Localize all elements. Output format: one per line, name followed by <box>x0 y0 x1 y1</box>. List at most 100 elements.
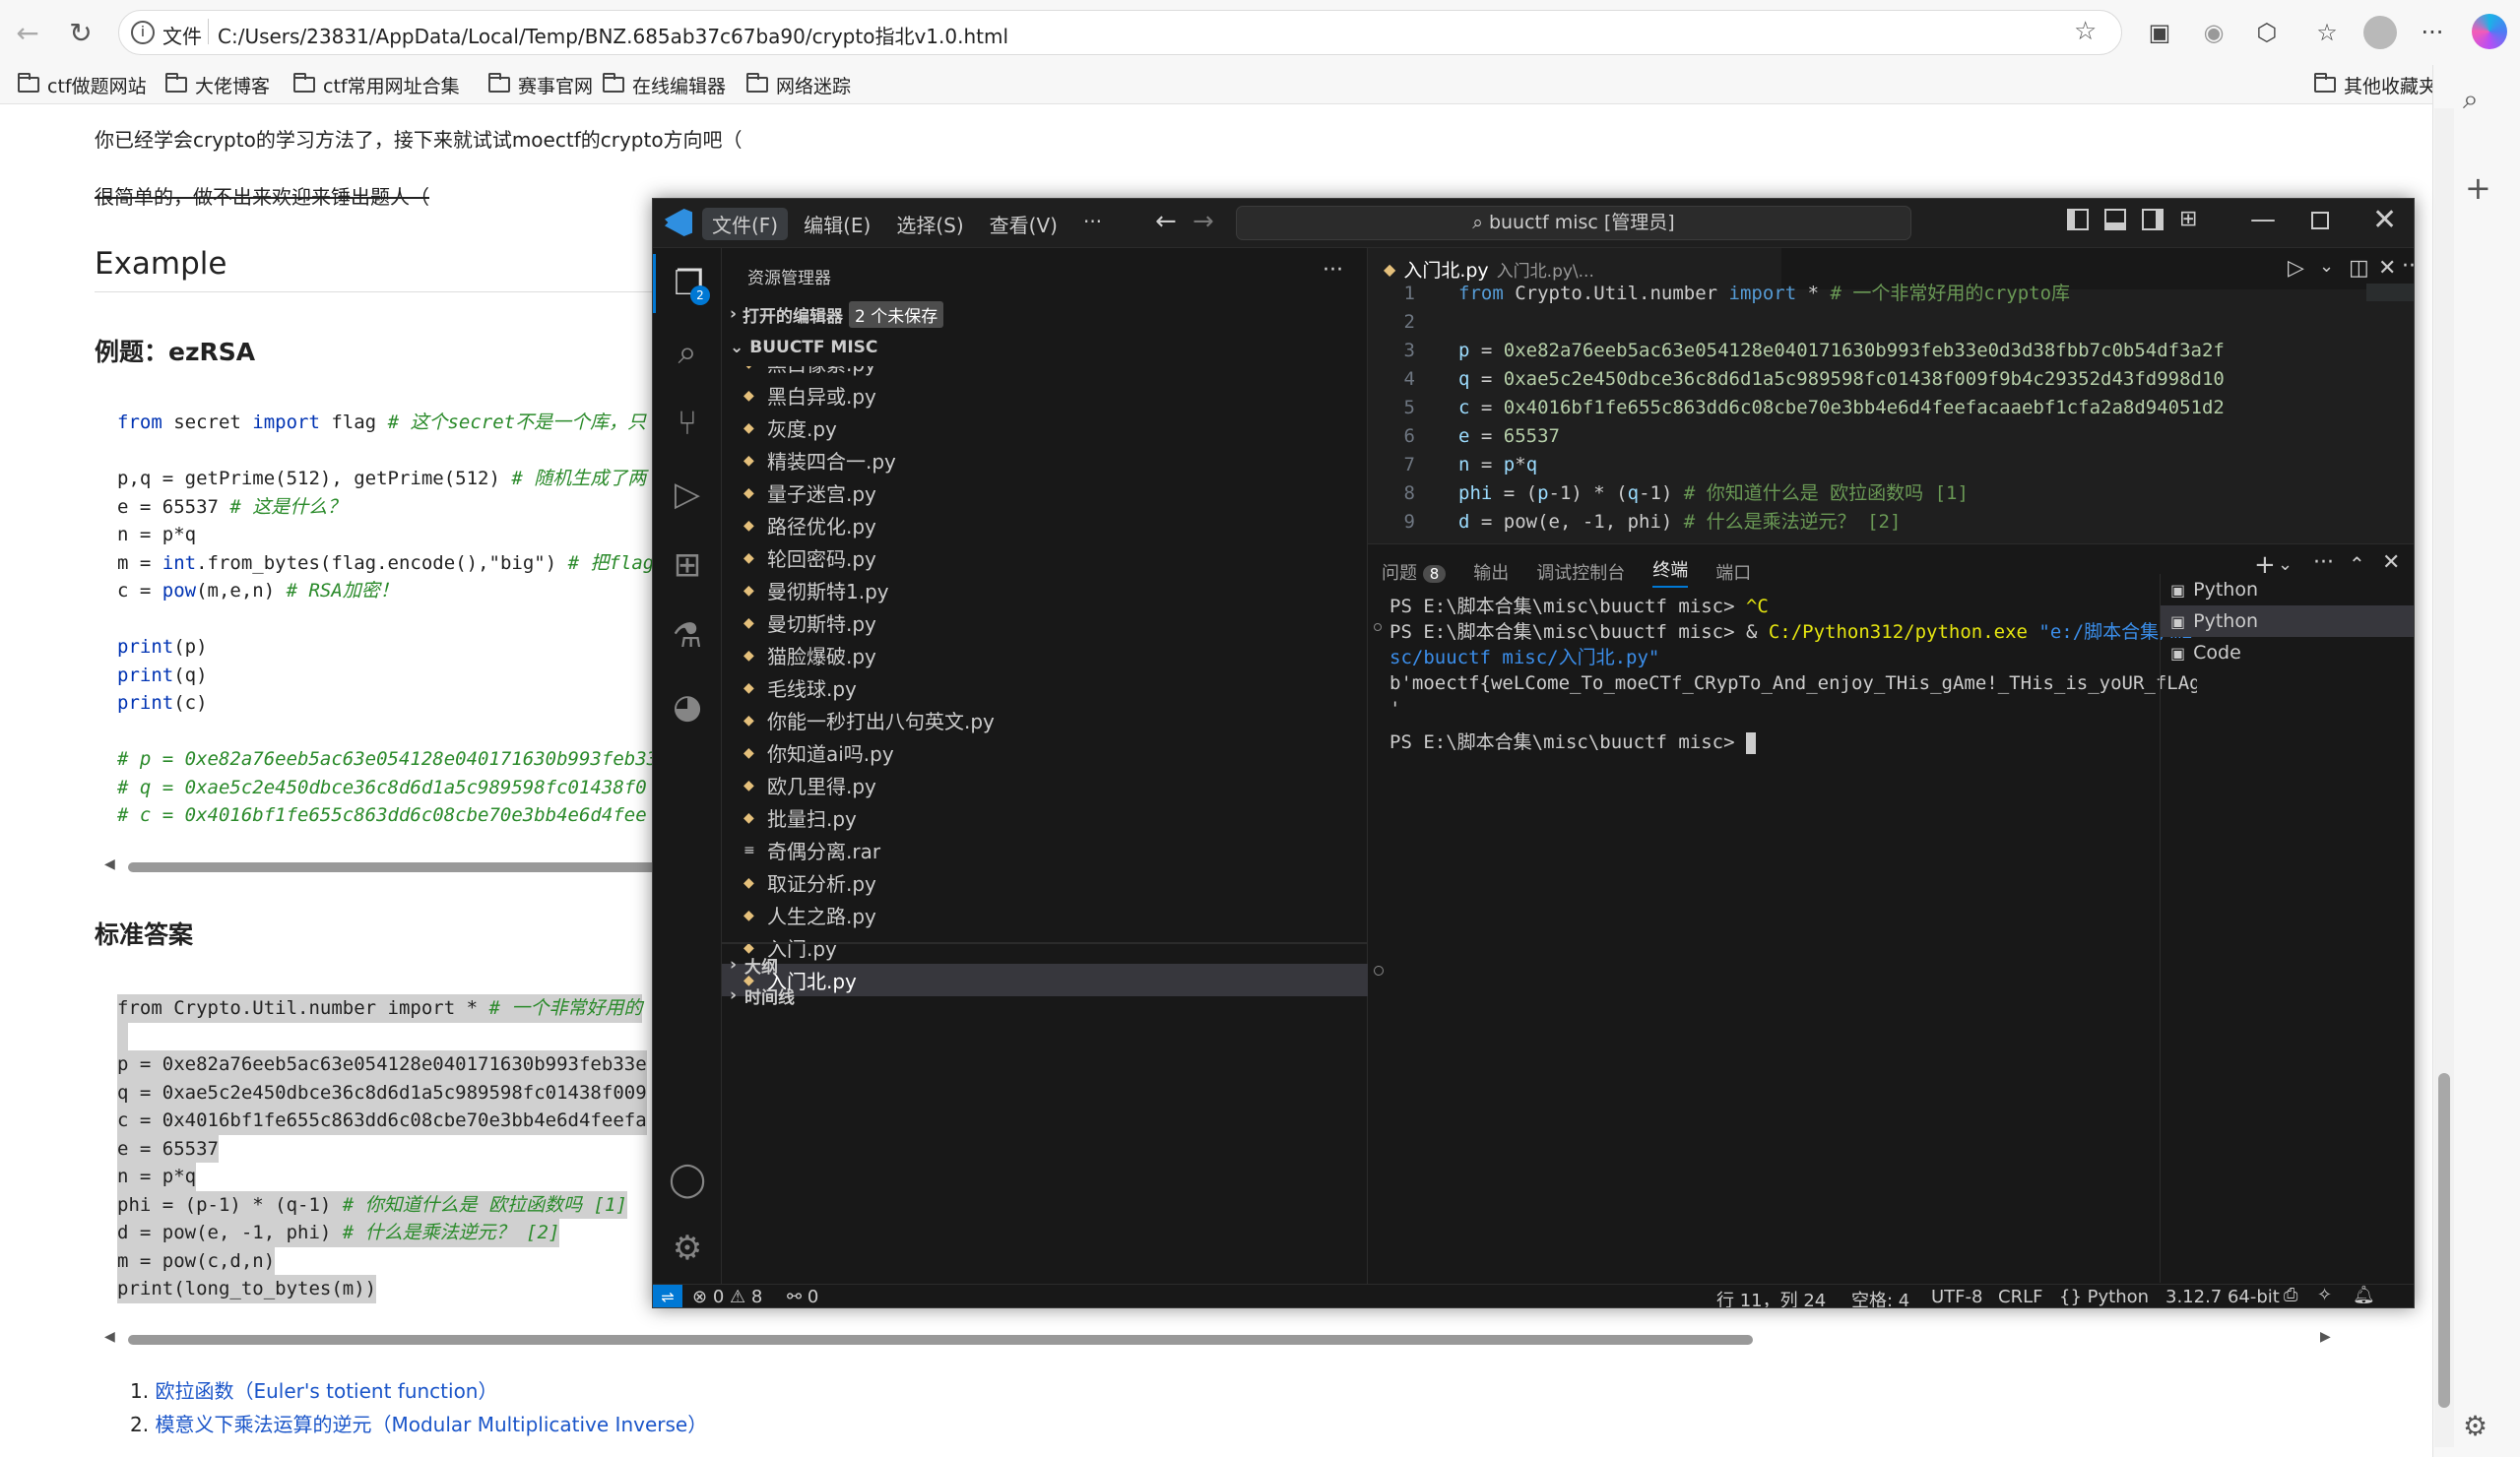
code-scrollbar-2[interactable]: ◀ ▶ <box>98 1329 2344 1349</box>
extensions-icon[interactable]: ⬡ <box>2249 15 2285 50</box>
file-item[interactable]: ◆ 灰度.py <box>722 412 1368 444</box>
back-icon[interactable]: ← <box>8 13 47 52</box>
file-item[interactable]: ◆ 路径优化.py <box>722 509 1368 541</box>
toggle-panel-icon[interactable] <box>2104 209 2126 230</box>
toggle-sidebar-icon[interactable] <box>2067 209 2089 230</box>
explorer-more-icon[interactable]: ··· <box>1323 258 1343 283</box>
folder-section[interactable]: ⌄ BUUCTF MISC <box>730 335 877 360</box>
language-mode[interactable]: {} Python <box>2059 1287 2149 1307</box>
tab-ports[interactable]: 端口 <box>1715 559 1751 585</box>
menu-edit[interactable]: 编辑(E) <box>794 208 880 240</box>
file-item[interactable]: ◆ 曼切斯特.py <box>722 606 1368 639</box>
search-icon[interactable]: ⌕ <box>2463 83 2479 116</box>
source-control-icon[interactable]: ⑂ <box>653 394 722 453</box>
run-debug-icon[interactable]: ▷ <box>653 465 722 524</box>
bookmark-others[interactable]: 其他收藏夹 <box>2314 71 2437 98</box>
file-item[interactable]: ◆黑白像素.py <box>722 366 1368 379</box>
file-item[interactable]: ◆ 猫脸爆破.py <box>722 639 1368 671</box>
info-icon[interactable]: i <box>131 21 155 44</box>
bookmark-blogs[interactable]: 大佬博客 <box>165 71 270 98</box>
outline-section[interactable]: › 大纲 <box>730 950 778 980</box>
menu-more[interactable]: ··· <box>1073 208 1112 240</box>
close-tab-icon[interactable]: ✕ <box>2378 256 2396 281</box>
run-options-chevron-icon[interactable]: ⌄ <box>2319 256 2334 277</box>
line-endings[interactable]: CRLF <box>1998 1287 2042 1307</box>
bookmark-osint[interactable]: 网络迷踪 <box>746 71 851 98</box>
more-menu-icon[interactable]: ··· <box>2415 15 2450 50</box>
favorites-icon[interactable]: ☆ <box>2309 15 2345 50</box>
close-panel-icon[interactable]: ✕ <box>2382 550 2400 575</box>
terminal-instance[interactable]: ▣ Python <box>2161 574 2414 605</box>
reload-icon[interactable]: ↻ <box>61 13 100 52</box>
customize-layout-icon[interactable]: ⊞ <box>2179 207 2197 231</box>
tracking-icon[interactable]: ◉ <box>2196 15 2231 50</box>
file-item[interactable]: ◆ 轮回密码.py <box>722 541 1368 574</box>
indentation[interactable]: 空格: 4 <box>1851 1287 1909 1307</box>
tab-terminal[interactable]: 终端 <box>1652 556 1689 588</box>
timeline-section[interactable]: › 时间线 <box>730 981 795 1010</box>
bookmark-contests[interactable]: 赛事官网 <box>488 71 593 98</box>
manage-gear-icon[interactable]: ⚙ <box>653 1219 722 1278</box>
copilot-icon[interactable] <box>2472 14 2507 49</box>
copilot-status-icon[interactable]: ✧ <box>2317 1285 2332 1305</box>
file-item[interactable]: ◆ 黑白异或.py <box>722 379 1368 412</box>
file-item[interactable]: ◆ 入门北.py <box>722 964 1368 996</box>
page-scrollbar-thumb[interactable] <box>2438 1073 2450 1408</box>
terminal-instance[interactable]: ▣ Python <box>2161 605 2414 637</box>
code-editor[interactable]: 1 from Crypto.Util.number import * # 一个非常… <box>1368 280 2225 543</box>
file-item[interactable]: ◆ 人生之路.py <box>722 899 1368 931</box>
nav-forward-icon[interactable]: → <box>1193 207 1214 236</box>
panel-more-icon[interactable]: ··· <box>2313 550 2334 575</box>
menu-select[interactable]: 选择(S) <box>886 208 973 240</box>
file-item[interactable]: ◆ 你能一秒打出八句英文.py <box>722 704 1368 736</box>
add-icon[interactable]: + <box>2465 169 2491 207</box>
encoding[interactable]: UTF-8 <box>1931 1287 1982 1307</box>
toggle-secondary-sidebar-icon[interactable] <box>2142 209 2164 230</box>
file-item[interactable]: ◆ 入门.py <box>722 931 1368 964</box>
search-icon[interactable]: ⌕ <box>653 323 722 382</box>
address-bar[interactable]: i 文件 C:/Users/23831/AppData/Local/Temp/B… <box>118 10 2122 55</box>
file-item[interactable]: ◆ 毛线球.py <box>722 671 1368 704</box>
extensions-icon[interactable]: ⊞ <box>653 536 722 595</box>
accounts-icon[interactable]: ◯ <box>653 1150 722 1209</box>
bookmark-ctf-sites[interactable]: ctf做题网站 <box>18 71 147 98</box>
minimap[interactable] <box>2366 284 2414 301</box>
file-item[interactable]: ◆ 量子迷宫.py <box>722 476 1368 509</box>
interpreter-version[interactable]: 3.12.7 64-bit <box>2165 1287 2280 1307</box>
file-item[interactable]: ≡ 奇偶分离.rar <box>722 834 1368 866</box>
file-item[interactable]: ◆ 欧几里得.py <box>722 769 1368 801</box>
cursor-position[interactable]: 行 11，列 24 <box>1716 1287 1826 1307</box>
editor-more-icon[interactable]: ··· <box>2402 254 2414 279</box>
immersive-reader-icon[interactable]: ▣ <box>2142 15 2177 50</box>
file-item[interactable]: ◆ 批量扫.py <box>722 801 1368 834</box>
menu-view[interactable]: 查看(V) <box>980 208 1067 240</box>
tab-debug-console[interactable]: 调试控制台 <box>1536 559 1625 585</box>
file-item[interactable]: ◆ 取证分析.py <box>722 866 1368 899</box>
copilot-chat-icon[interactable]: ◕ <box>653 677 722 736</box>
terminal-dropdown-icon[interactable]: ⌄ <box>2278 554 2293 575</box>
testing-icon[interactable]: ⚗ <box>653 606 722 665</box>
terminal-output[interactable]: PS E:\脚本合集\misc\buuctf misc> ^C PS E:\脚本合… <box>1389 594 2197 1224</box>
euler-link[interactable]: 欧拉函数（Euler's totient function） <box>155 1379 497 1403</box>
file-item[interactable]: ◆ 精装四合一.py <box>722 444 1368 476</box>
bookmark-ctf-urls[interactable]: ctf常用网址合集 <box>293 71 460 98</box>
menu-file[interactable]: 文件(F) <box>702 208 789 240</box>
maximize-panel-icon[interactable]: ⌃ <box>2349 552 2365 576</box>
file-item[interactable]: ◆ 曼彻斯特1.py <box>722 574 1368 606</box>
maximize-icon[interactable] <box>2311 212 2329 229</box>
remote-indicator-icon[interactable]: ⇌ <box>653 1285 682 1307</box>
tab-output[interactable]: 输出 <box>1473 559 1509 585</box>
notifications-bell-icon[interactable]: 🔔︎ <box>2353 1285 2375 1305</box>
settings-icon[interactable]: ⚙ <box>2463 1410 2488 1442</box>
nav-back-icon[interactable]: ← <box>1155 207 1177 236</box>
file-item[interactable]: ◆ 你知道ai吗.py <box>722 736 1368 769</box>
minimize-icon[interactable]: — <box>2250 205 2276 234</box>
split-editor-icon[interactable]: ◫ <box>2349 256 2369 281</box>
favorite-star-icon[interactable]: ☆ <box>2074 17 2097 46</box>
command-center-search[interactable]: ⌕ buuctf misc [管理员] <box>1236 206 1911 240</box>
inverse-link[interactable]: 模意义下乘法运算的逆元（Modular Multiplicative Inver… <box>155 1413 707 1436</box>
terminal-instance[interactable]: ▣ Code <box>2161 637 2414 668</box>
run-file-icon[interactable]: ▷ <box>2288 256 2304 281</box>
explorer-icon[interactable]: ❐ <box>653 254 722 313</box>
url-text[interactable]: C:/Users/23831/AppData/Local/Temp/BNZ.68… <box>218 21 1008 49</box>
